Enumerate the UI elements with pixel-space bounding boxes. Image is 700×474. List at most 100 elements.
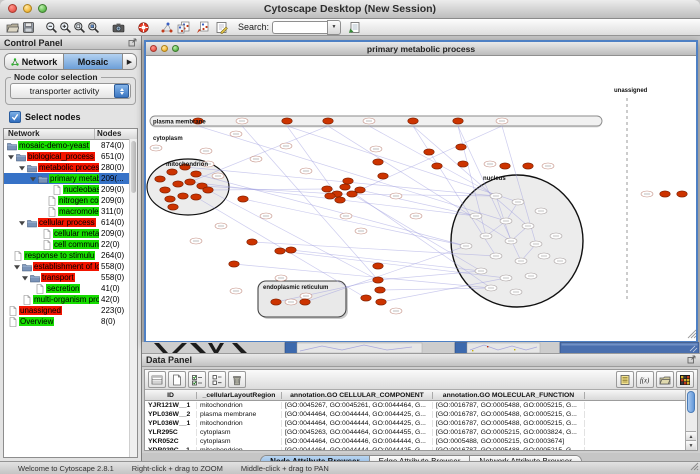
node-color-combo[interactable]: transporter activity [10, 83, 131, 99]
tree-header-network[interactable]: Network [4, 129, 94, 139]
network-canvas-container[interactable]: plasma membranecytoplasmmitochondrionnuc… [146, 56, 696, 341]
zoom-selected-icon[interactable] [86, 20, 100, 34]
graph-node[interactable] [523, 163, 533, 169]
tree-row[interactable]: secretion41(0) [4, 283, 137, 294]
snapshot-camera-icon[interactable] [111, 20, 125, 34]
column-header[interactable]: annotation.GO CELLULAR_COMPONENT [282, 392, 433, 399]
graph-node[interactable] [355, 187, 365, 193]
graph-node[interactable] [432, 163, 442, 169]
expand-arrow-icon[interactable] [29, 175, 38, 183]
close-button[interactable] [8, 4, 17, 13]
graph-node[interactable] [271, 299, 281, 305]
tree-row[interactable]: response to stimulu264(0) [4, 250, 137, 261]
graph-node[interactable] [677, 191, 687, 197]
graph-node[interactable] [238, 196, 248, 202]
tree-row[interactable]: cell communicat22(0) [4, 239, 137, 250]
minimize-button[interactable] [23, 4, 32, 13]
graph-node[interactable] [343, 178, 353, 184]
search-input[interactable] [272, 21, 327, 34]
expand-arrow-icon[interactable] [13, 263, 22, 271]
graph-node[interactable] [203, 187, 213, 193]
graph-node[interactable] [378, 173, 388, 179]
graph-node[interactable] [173, 181, 183, 187]
zoom-button[interactable] [38, 4, 47, 13]
graph-node[interactable] [456, 144, 466, 150]
graph-node[interactable] [323, 118, 333, 124]
expand-arrow-icon[interactable] [21, 274, 30, 282]
graph-node[interactable] [322, 186, 332, 192]
tree-row[interactable]: cellular process614(0) [4, 217, 137, 228]
search-dropdown-button[interactable]: ▼ [327, 20, 341, 35]
select-nodes-checkbox[interactable] [9, 111, 21, 123]
graph-node[interactable] [373, 159, 383, 165]
tree-row[interactable]: mosaic-demo-yeast874(0) [4, 140, 137, 151]
tree-row[interactable]: biological_process651(0) [4, 151, 137, 162]
unselect-attributes-icon[interactable] [208, 371, 226, 388]
tree-row[interactable]: cellular metabol209(0) [4, 228, 137, 239]
help-lifering-icon[interactable] [136, 20, 150, 34]
network-view-titlebar[interactable]: primary metabolic process [146, 42, 696, 56]
network-canvas[interactable]: plasma membranecytoplasmmitochondrionnuc… [146, 56, 696, 340]
graph-node[interactable] [408, 118, 418, 124]
resize-grip-icon[interactable] [690, 462, 699, 473]
table-scrollbar[interactable]: ▲ ▼ [685, 390, 697, 450]
column-header[interactable]: ID [145, 392, 197, 399]
frame-close-button[interactable] [150, 45, 157, 52]
zoom-fit-icon[interactable] [72, 20, 86, 34]
import-attributes-icon[interactable] [656, 371, 674, 388]
import-network-icon[interactable] [347, 20, 361, 34]
graph-node[interactable] [178, 193, 188, 199]
graph-node[interactable] [275, 248, 285, 254]
save-session-icon[interactable] [21, 20, 35, 34]
tree-row[interactable]: macromolecule311(0) [4, 206, 137, 217]
tree-row[interactable]: transport558(0) [4, 272, 137, 283]
network-copy-icon[interactable] [176, 20, 190, 34]
graph-node[interactable] [282, 118, 292, 124]
network-link-icon[interactable] [195, 20, 209, 34]
graph-node[interactable] [168, 204, 178, 210]
graph-node[interactable] [340, 184, 350, 190]
new-attribute-icon[interactable] [168, 371, 186, 388]
expand-arrow-icon[interactable] [18, 164, 27, 172]
attribute-table-icon[interactable] [148, 371, 166, 388]
float-panel-icon[interactable] [128, 34, 137, 52]
graph-node[interactable] [458, 161, 468, 167]
delete-attribute-icon[interactable] [228, 371, 246, 388]
graph-node[interactable] [375, 287, 385, 293]
formula-builder-icon[interactable]: f(x) [636, 371, 654, 388]
graph-node[interactable] [500, 163, 510, 169]
attribute-list-icon[interactable] [616, 371, 634, 388]
zoom-out-icon[interactable] [44, 20, 58, 34]
frame-minimize-button[interactable] [161, 45, 168, 52]
tree-scrollbar[interactable] [129, 139, 137, 457]
select-attributes-icon[interactable] [188, 371, 206, 388]
column-header[interactable]: _cellularLayoutRegion [197, 392, 282, 399]
graph-node[interactable] [167, 169, 177, 175]
scrollbar-thumb[interactable] [687, 391, 695, 413]
graph-node[interactable] [229, 261, 239, 267]
graph-node[interactable] [453, 118, 463, 124]
graph-node[interactable] [300, 299, 310, 305]
window-titlebar[interactable]: Cytoscape Desktop (New Session) [0, 0, 700, 19]
tree-row[interactable]: nitrogen compo209(0) [4, 195, 137, 206]
zoom-in-icon[interactable] [58, 20, 72, 34]
attribute-table[interactable]: ID_cellularLayoutRegionannotation.GO CEL… [145, 390, 685, 450]
column-header[interactable]: annotation.GO MOLECULAR_FUNCTION [433, 392, 585, 399]
expand-arrow-icon[interactable] [7, 153, 16, 161]
graph-node[interactable] [185, 179, 195, 185]
table-row[interactable]: YLR295Ccytoplasm[GO:0045263, GO:0044464,… [145, 428, 685, 437]
graph-node[interactable] [373, 263, 383, 269]
graph-node[interactable] [361, 295, 371, 301]
graph-node[interactable] [660, 191, 670, 197]
graph-node[interactable] [325, 193, 335, 199]
tree-row[interactable]: Overview8(0) [4, 316, 137, 327]
network-view-frame[interactable]: primary metabolic process plasma membran… [144, 40, 698, 343]
table-row[interactable]: YDR039C__1mitochondrion[GO:0044464, GO:0… [145, 446, 685, 450]
graph-node[interactable] [286, 247, 296, 253]
tree-row[interactable]: primary metabo209(... [4, 173, 137, 184]
tree-header-nodes[interactable]: Nodes [94, 129, 137, 139]
graph-node[interactable] [191, 171, 201, 177]
tree-row[interactable]: nucleobase-209(0) [4, 184, 137, 195]
tab-mosaic[interactable]: Mosaic [63, 54, 122, 69]
attribute-matrix-icon[interactable] [676, 371, 694, 388]
